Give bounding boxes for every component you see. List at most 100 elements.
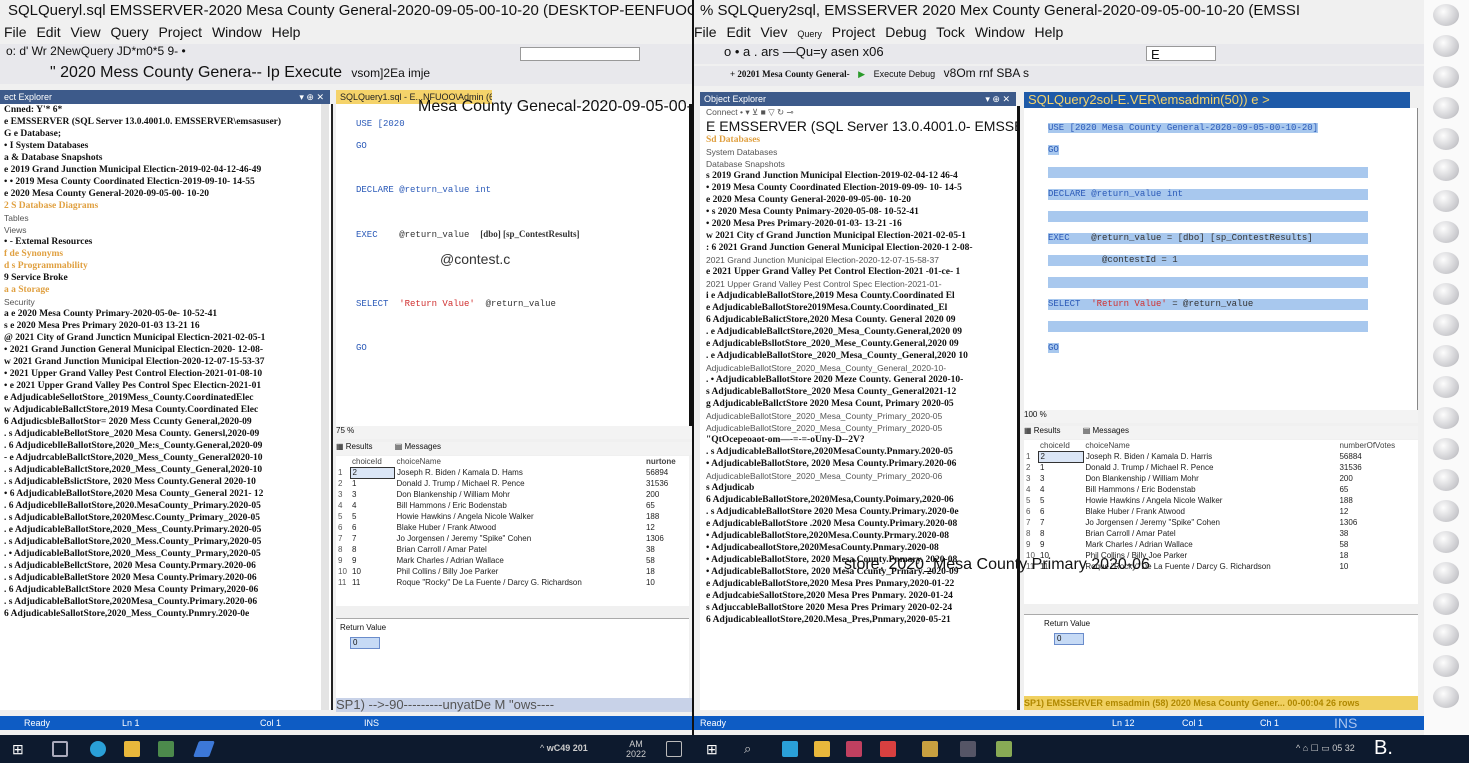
right-tree-node[interactable]: • AdjudicableBallotStore,2020Mesa.County… <box>706 530 1017 542</box>
left-tree-node[interactable]: • e 2021 Upper Grand Valley Pes Control … <box>4 380 331 392</box>
left-tree-node[interactable]: a a Storage <box>4 284 331 296</box>
taskbar-app-5-icon[interactable] <box>922 741 938 757</box>
menu-edit[interactable]: Edit <box>36 24 60 40</box>
ssms-icon[interactable] <box>158 741 174 757</box>
votes-cell[interactable]: 38 <box>644 544 689 555</box>
start-icon[interactable]: ⊞ <box>12 741 28 757</box>
votes-cell[interactable]: 38 <box>1337 528 1417 539</box>
table-row[interactable]: 8 8 Brian Carroll / Amar Patel 38 <box>1024 528 1418 539</box>
choice-id-cell[interactable]: 3 <box>350 489 395 500</box>
table-row[interactable]: 9 9 Mark Charles / Adrian Wallace 58 <box>336 555 689 566</box>
r-database-selector[interactable]: + 20201 Mesa County General- <box>730 69 850 79</box>
menu-window[interactable]: Window <box>212 24 262 40</box>
left-tree-node[interactable]: • 2021 Upper Grand Valley Pest Control E… <box>4 368 331 380</box>
choice-name-cell[interactable]: Don Blankenship / William Mohr <box>395 489 644 500</box>
left-tree-node[interactable]: • • 2019 Mesa County Coordinated Electic… <box>4 176 331 188</box>
right-tree-node[interactable]: • AdjudicabeallotStore,2020MesaCounty.Pn… <box>706 542 1017 554</box>
choice-id-cell[interactable]: 8 <box>350 544 395 555</box>
left-tree-node[interactable]: G e Database; <box>4 128 331 140</box>
left-tree-node[interactable]: • I System Databases <box>4 140 331 152</box>
execute-icon[interactable]: ▶ <box>858 69 865 79</box>
table-row[interactable]: 7 7 Jo Jorgensen / Jeremy "Spike" Cohen 130… <box>336 533 689 544</box>
toolbar-search-box[interactable] <box>520 47 640 61</box>
right-tree-node[interactable]: AdjudicableBallotStore_2020_Mesa_County_… <box>706 410 1017 422</box>
search-icon[interactable]: ⌕ <box>744 741 760 757</box>
votes-cell[interactable]: 58 <box>1337 539 1417 550</box>
table-row[interactable]: 6 6 Blake Huber / Frank Atwood 12 <box>336 522 689 533</box>
left-tree-node[interactable]: 2 S Database Diagrams <box>4 200 331 212</box>
r-connect-button[interactable]: Connect • <box>706 107 743 117</box>
right-tree-node[interactable]: 6 AdjudicableallotStore,2020.Mesa_Pres,P… <box>706 614 1017 626</box>
r-menu-file[interactable]: File <box>694 24 717 40</box>
taskbar-app-4-icon[interactable] <box>880 741 896 757</box>
left-results-tab[interactable]: ▦ Results <box>336 442 382 451</box>
choice-id-cell[interactable]: 4 <box>350 500 395 511</box>
left-tree-node[interactable]: e EMSSERVER (SQL Server 13.0.4001.0. EMS… <box>4 116 331 128</box>
pin-icon[interactable]: ▾ ⊕ ✕ <box>299 90 324 104</box>
votes-cell[interactable]: 56884 <box>1337 451 1417 462</box>
left-toolbar-buttons[interactable]: o: d' Wr 2NewQuery JD*m0*5 9- • <box>6 44 186 58</box>
table-row[interactable]: 6 6 Blake Huber / Frank Atwood 12 <box>1024 506 1418 517</box>
votes-cell[interactable]: 18 <box>1337 550 1417 561</box>
right-tree-node[interactable]: Database Snapshots <box>706 158 1017 170</box>
menu-help[interactable]: Help <box>272 24 301 40</box>
right-tree-node[interactable]: AdjudicableBallotStore_2020_Mesa_County_… <box>706 470 1017 482</box>
choice-id-cell[interactable]: 1 <box>350 478 395 489</box>
right-tree-node[interactable]: . e AdjudicableBallotStore_2020_Mesa_Cou… <box>706 350 1017 362</box>
taskbar-app-2-icon[interactable] <box>814 741 830 757</box>
left-tree-node[interactable]: 9 Service Broke <box>4 272 331 284</box>
left-tree-node[interactable]: 6 AdjudicableSallotStore,2020_Mess_Count… <box>4 608 331 620</box>
r-menu-help[interactable]: Help <box>1035 24 1064 40</box>
taskbar-app-6-icon[interactable] <box>960 741 976 757</box>
table-row[interactable]: 8 8 Brian Carroll / Amar Patel 38 <box>336 544 689 555</box>
choice-id-cell[interactable]: 7 <box>1038 517 1083 528</box>
left-tree-node[interactable]: . s AdjudicableBallctStore,2020_Mess_Cou… <box>4 464 331 476</box>
left-toolbar-sql-buttons[interactable]: vsom]2Ea imje <box>351 66 430 80</box>
choice-name-cell[interactable]: Howie Hawkins / Angela Nicole Walker <box>1083 495 1337 506</box>
right-tree-node[interactable]: : 6 2021 Grand Junction General Municipa… <box>706 242 1017 254</box>
choice-id-cell[interactable]: 6 <box>1038 506 1083 517</box>
choice-name-cell[interactable]: Mark Charles / Adrian Wallace <box>1083 539 1337 550</box>
left-tree-node[interactable]: . s AdjudicableBellctStore, 2020 Mesa Co… <box>4 560 331 572</box>
left-messages-tab[interactable]: ▤ Messages <box>395 442 451 451</box>
edge-icon[interactable] <box>90 741 106 757</box>
left-tree-node[interactable]: . 6 AdjudiceblleBallotStore,2020.MesaCou… <box>4 500 331 512</box>
choice-id-cell[interactable]: 7 <box>350 533 395 544</box>
left-tree-node[interactable]: e 2019 Grand Junction Municipal Electicn… <box>4 164 331 176</box>
r-databases-node[interactable]: Sd Databases <box>706 134 1017 146</box>
right-tree-node[interactable]: s 2019 Grand Junction Municipal Election… <box>706 170 1017 182</box>
left-tree-node[interactable]: a & Database Snapshots <box>4 152 331 164</box>
table-row[interactable]: 1 2 Joseph R. Biden / Kamala D. Hams 56894 <box>336 466 689 479</box>
left-clock[interactable]: AM 2022 <box>626 739 646 759</box>
left-tree-node[interactable]: - e AdjudrcableBallctStore,2020_Mess_Cou… <box>4 452 331 464</box>
left-tree-node[interactable]: . s AdjudicableBallotStore,2020Mesa_Coun… <box>4 596 331 608</box>
votes-cell[interactable]: 1306 <box>644 533 689 544</box>
menu-view[interactable]: View <box>70 24 100 40</box>
choice-name-cell[interactable]: Bill Hammons / Eric Bodenstab <box>1083 484 1337 495</box>
r-toolbar-sql-extra[interactable]: v8Om rnf SBA s <box>944 66 1029 80</box>
right-tree-node[interactable]: • AdjudicableBallotStore, 2020 Mesa Coun… <box>706 458 1017 470</box>
choice-id-cell[interactable]: 2 <box>1037 450 1084 463</box>
right-tree-node[interactable]: 6 AdjudicableBallotStore,2020Mesa,County… <box>706 494 1017 506</box>
table-row[interactable]: 3 3 Don Blankenship / William Mohr 200 <box>336 489 689 500</box>
choice-id-cell[interactable]: 5 <box>350 511 395 522</box>
table-row[interactable]: 5 5 Howie Hawkins / Angela Nicole Walker 18… <box>1024 495 1418 506</box>
votes-cell[interactable]: 65 <box>1337 484 1417 495</box>
table-row[interactable]: 4 4 Bill Hammons / Eric Bodenstab 65 <box>1024 484 1418 495</box>
right-tree-node[interactable]: e AdjudcabieSallotStore,2020 Mesa Pres P… <box>706 590 1017 602</box>
votes-cell[interactable]: 18 <box>644 566 689 577</box>
r-menu-project[interactable]: Project <box>832 24 876 40</box>
right-tree-node[interactable]: System Databases <box>706 146 1017 158</box>
left-tree-node[interactable]: w 2021 Grand Junction Municipal Election… <box>4 356 331 368</box>
table-row[interactable]: 4 4 Bill Hammons / Eric Bodenstab 65 <box>336 500 689 511</box>
right-tree-node[interactable]: s Adjudicab <box>706 482 1017 494</box>
taskbar-app-3-icon[interactable] <box>846 741 862 757</box>
right-tree-node[interactable]: e AdjudicableBallotStore2019Mesa.County.… <box>706 302 1017 314</box>
col-votes[interactable]: nurtone <box>644 456 689 467</box>
choice-id-cell[interactable]: 9 <box>350 555 395 566</box>
right-tray-clock[interactable]: 05 32 <box>1332 743 1355 753</box>
left-tree-node[interactable]: . • AdjudicableBallotStore,2020_Mess_Cou… <box>4 548 331 560</box>
table-row[interactable]: 10 10 Phil Collins / Billy Joe Parker 18 <box>336 566 689 577</box>
menu-query[interactable]: Query <box>110 24 148 40</box>
choice-name-cell[interactable]: Bill Hammons / Eric Bodenstab <box>395 500 644 511</box>
